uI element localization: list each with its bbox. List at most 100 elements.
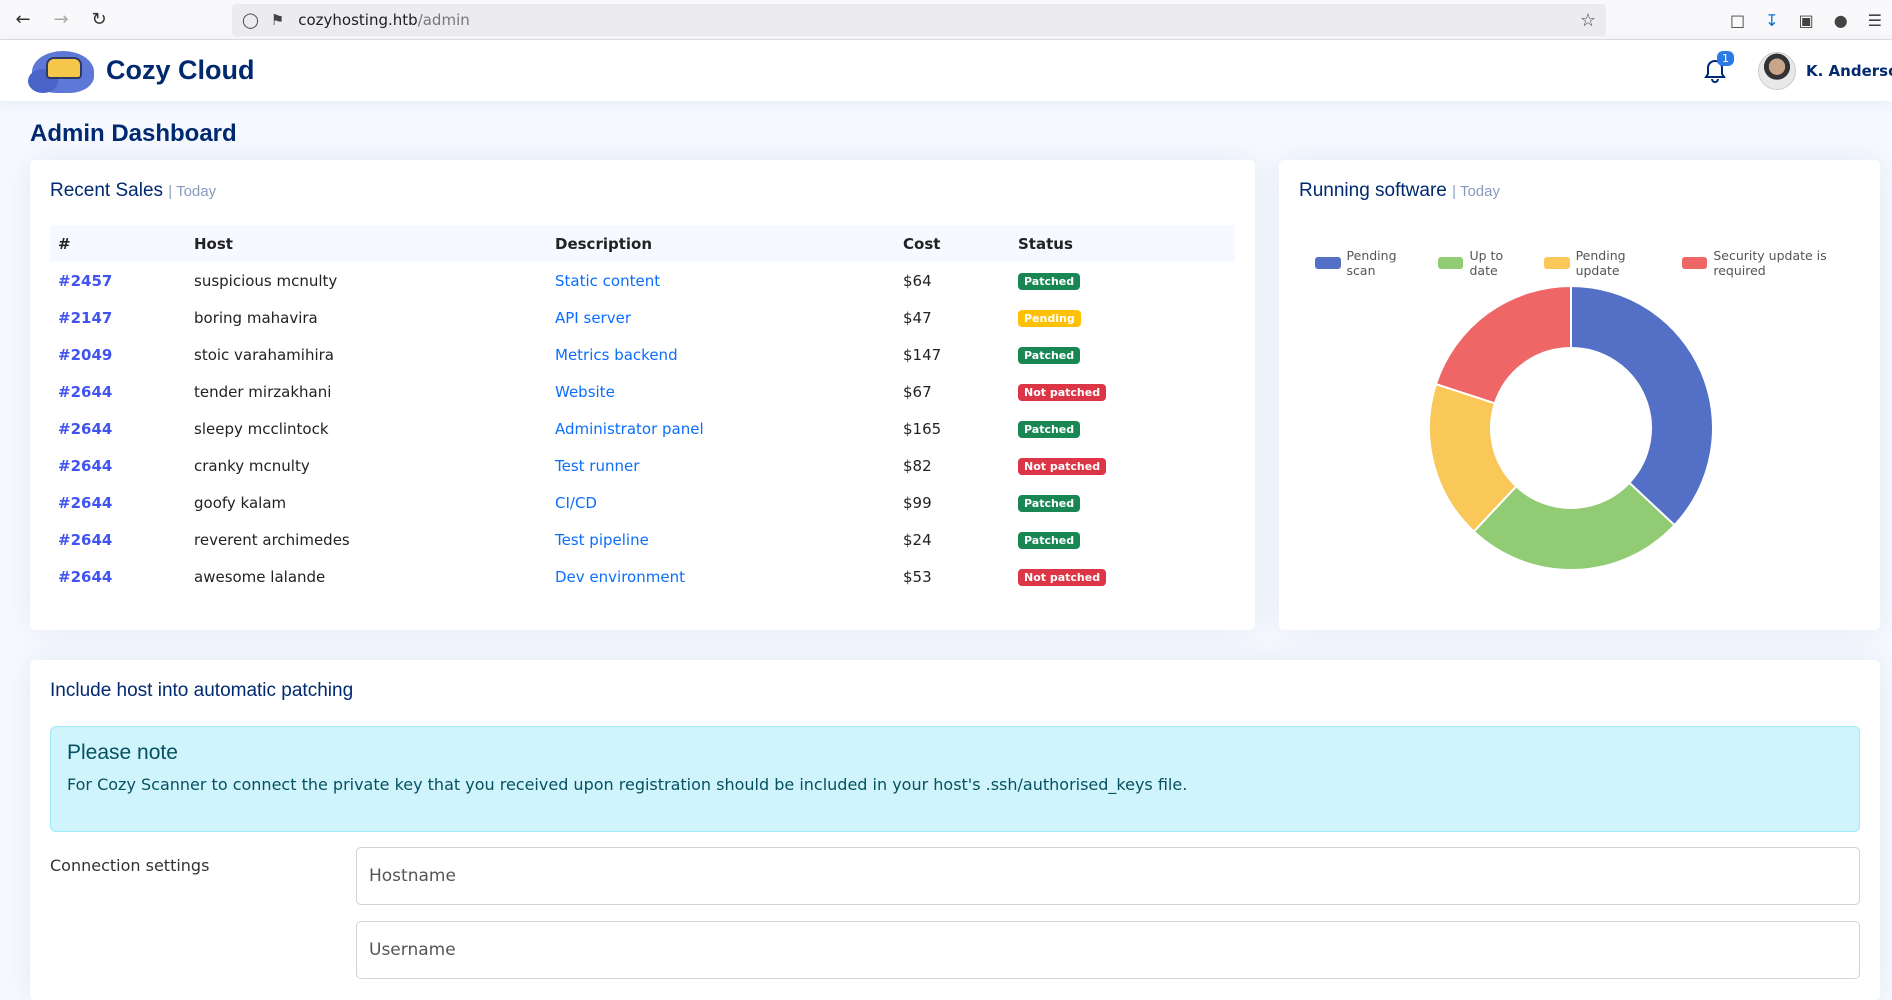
cell-cost: $24 xyxy=(895,521,1010,558)
pocket-icon[interactable]: □ xyxy=(1730,11,1745,30)
legend-swatch xyxy=(1544,257,1570,269)
description-link[interactable]: Website xyxy=(555,383,615,401)
user-name[interactable]: K. Anderson xyxy=(1806,62,1892,80)
cell-status: Patched xyxy=(1010,410,1235,447)
table-row: #2644 tender mirzakhani Website $67 Not patc… xyxy=(50,373,1235,410)
description-link[interactable]: Static content xyxy=(555,272,660,290)
insecure-lock-icon[interactable]: ⚑ xyxy=(271,11,284,29)
cell-id: #2049 xyxy=(50,336,186,373)
extensions-icon[interactable]: ▣ xyxy=(1799,11,1814,30)
legend-label: Pending update xyxy=(1575,248,1626,278)
description-link[interactable]: Administrator panel xyxy=(555,420,704,438)
description-link[interactable]: Dev environment xyxy=(555,568,685,586)
table-row: #2049 stoic varahamihira Metrics backend $1… xyxy=(50,336,1235,373)
cell-host: cranky mcnulty xyxy=(186,447,547,484)
brand-name: Cozy Cloud xyxy=(106,55,255,85)
table-row: #2644 sleepy mcclintock Administrator pane… xyxy=(50,410,1235,447)
donut-slice-security-update-is-required[interactable] xyxy=(1434,284,1572,405)
cost-value: $64 xyxy=(903,271,932,290)
order-id-link[interactable]: #2644 xyxy=(58,420,112,438)
status-badge: Patched xyxy=(1018,495,1081,512)
running-software-subtitle: | Today xyxy=(1452,183,1500,200)
description-link[interactable]: Test runner xyxy=(555,457,639,475)
legend-label: Up to date xyxy=(1469,248,1504,278)
status-badge: Not patched xyxy=(1018,458,1107,475)
table-row: #2644 cranky mcnulty Test runner $82 Not pat… xyxy=(50,447,1235,484)
forward-icon[interactable]: → xyxy=(46,5,76,35)
cost-value: $82 xyxy=(903,456,932,475)
table-header-row: # Host Description Cost Status xyxy=(50,225,1235,262)
avatar[interactable] xyxy=(1758,51,1796,90)
recent-sales-card: Recent Sales | Today # Host Description … xyxy=(30,160,1255,630)
cost-value: $53 xyxy=(903,567,932,586)
cell-id: #2644 xyxy=(50,484,186,521)
cell-status: Patched xyxy=(1010,484,1235,521)
order-id-link[interactable]: #2644 xyxy=(58,531,112,549)
legend-swatch xyxy=(1315,257,1341,269)
menu-icon[interactable]: ☰ xyxy=(1868,11,1882,30)
shield-icon[interactable]: ◯ xyxy=(242,11,259,29)
cell-cost: $64 xyxy=(895,262,1010,299)
description-link[interactable]: Metrics backend xyxy=(555,346,678,364)
cell-status: Pending xyxy=(1010,299,1235,336)
status-badge: Not patched xyxy=(1018,384,1107,401)
extension-badge-icon[interactable]: ● xyxy=(1834,11,1848,30)
host-name: sleepy mcclintock xyxy=(194,419,329,438)
order-id-link[interactable]: #2147 xyxy=(58,309,112,327)
url-path: /admin xyxy=(417,11,470,29)
legend-item[interactable]: Security update is required xyxy=(1681,248,1880,278)
cell-id: #2644 xyxy=(50,373,186,410)
table-row: #2457 suspicious mcnulty Static content $64… xyxy=(50,262,1235,299)
cell-cost: $67 xyxy=(895,373,1010,410)
download-icon[interactable]: ↧ xyxy=(1765,11,1778,30)
cell-status: Patched xyxy=(1010,262,1235,299)
description-link[interactable]: CI/CD xyxy=(555,494,597,512)
cell-description: Static content xyxy=(547,262,895,299)
host-name: stoic varahamihira xyxy=(194,345,334,364)
order-id-link[interactable]: #2644 xyxy=(58,568,112,586)
recent-sales-title-text: Recent Sales xyxy=(50,180,164,201)
cell-id: #2147 xyxy=(50,299,186,336)
cell-status: Patched xyxy=(1010,336,1235,373)
status-badge: Patched xyxy=(1018,532,1081,549)
order-id-link[interactable]: #2644 xyxy=(58,383,112,401)
cell-description: Metrics backend xyxy=(547,336,895,373)
cell-host: awesome lalande xyxy=(186,558,547,595)
recent-sales-title: Recent Sales | Today xyxy=(50,180,216,202)
description-link[interactable]: Test pipeline xyxy=(555,531,649,549)
legend-item[interactable]: Pending update xyxy=(1544,248,1672,278)
app-header: Cozy Cloud 1 K. Anderson xyxy=(0,40,1892,101)
host-name: reverent archimedes xyxy=(194,530,350,549)
legend-item[interactable]: Pending scan xyxy=(1315,248,1428,278)
notification-count-badge: 1 xyxy=(1717,50,1734,66)
reload-icon[interactable]: ↻ xyxy=(84,5,114,35)
description-link[interactable]: API server xyxy=(555,309,631,327)
address-bar[interactable]: ◯ ⚑ cozyhosting.htb/admin ☆ xyxy=(232,4,1606,36)
bookmark-star-icon[interactable]: ☆ xyxy=(1580,10,1596,31)
order-id-link[interactable]: #2644 xyxy=(58,457,112,475)
legend-label: Pending scan xyxy=(1346,248,1397,278)
cell-description: CI/CD xyxy=(547,484,895,521)
order-id-link[interactable]: #2457 xyxy=(58,272,112,290)
sales-table: # Host Description Cost Status #2457 susp… xyxy=(50,225,1235,595)
order-id-link[interactable]: #2644 xyxy=(58,494,112,512)
cell-id: #2644 xyxy=(50,521,186,558)
donut-slice-pending-scan[interactable] xyxy=(1570,284,1714,527)
url-host: cozyhosting.htb xyxy=(298,11,418,29)
table-row: #2644 goofy kalam CI/CD $99 Patched xyxy=(50,484,1235,521)
host-name: goofy kalam xyxy=(194,493,287,512)
legend-item[interactable]: Up to date xyxy=(1437,248,1534,278)
hostname-input[interactable] xyxy=(356,847,1860,905)
notifications-button[interactable]: 1 xyxy=(1700,50,1734,86)
legend-swatch xyxy=(1681,257,1708,269)
cell-description: Test runner xyxy=(547,447,895,484)
username-input[interactable] xyxy=(356,921,1860,979)
cell-status: Not patched xyxy=(1010,373,1235,410)
back-icon[interactable]: ← xyxy=(8,5,38,35)
brand-logo[interactable]: Cozy Cloud xyxy=(28,43,255,99)
alert-body: For Cozy Scanner to connect the private … xyxy=(67,775,1188,794)
cell-host: sleepy mcclintock xyxy=(186,410,547,447)
order-id-link[interactable]: #2049 xyxy=(58,346,112,364)
cell-description: Website xyxy=(547,373,895,410)
cell-id: #2457 xyxy=(50,262,186,299)
